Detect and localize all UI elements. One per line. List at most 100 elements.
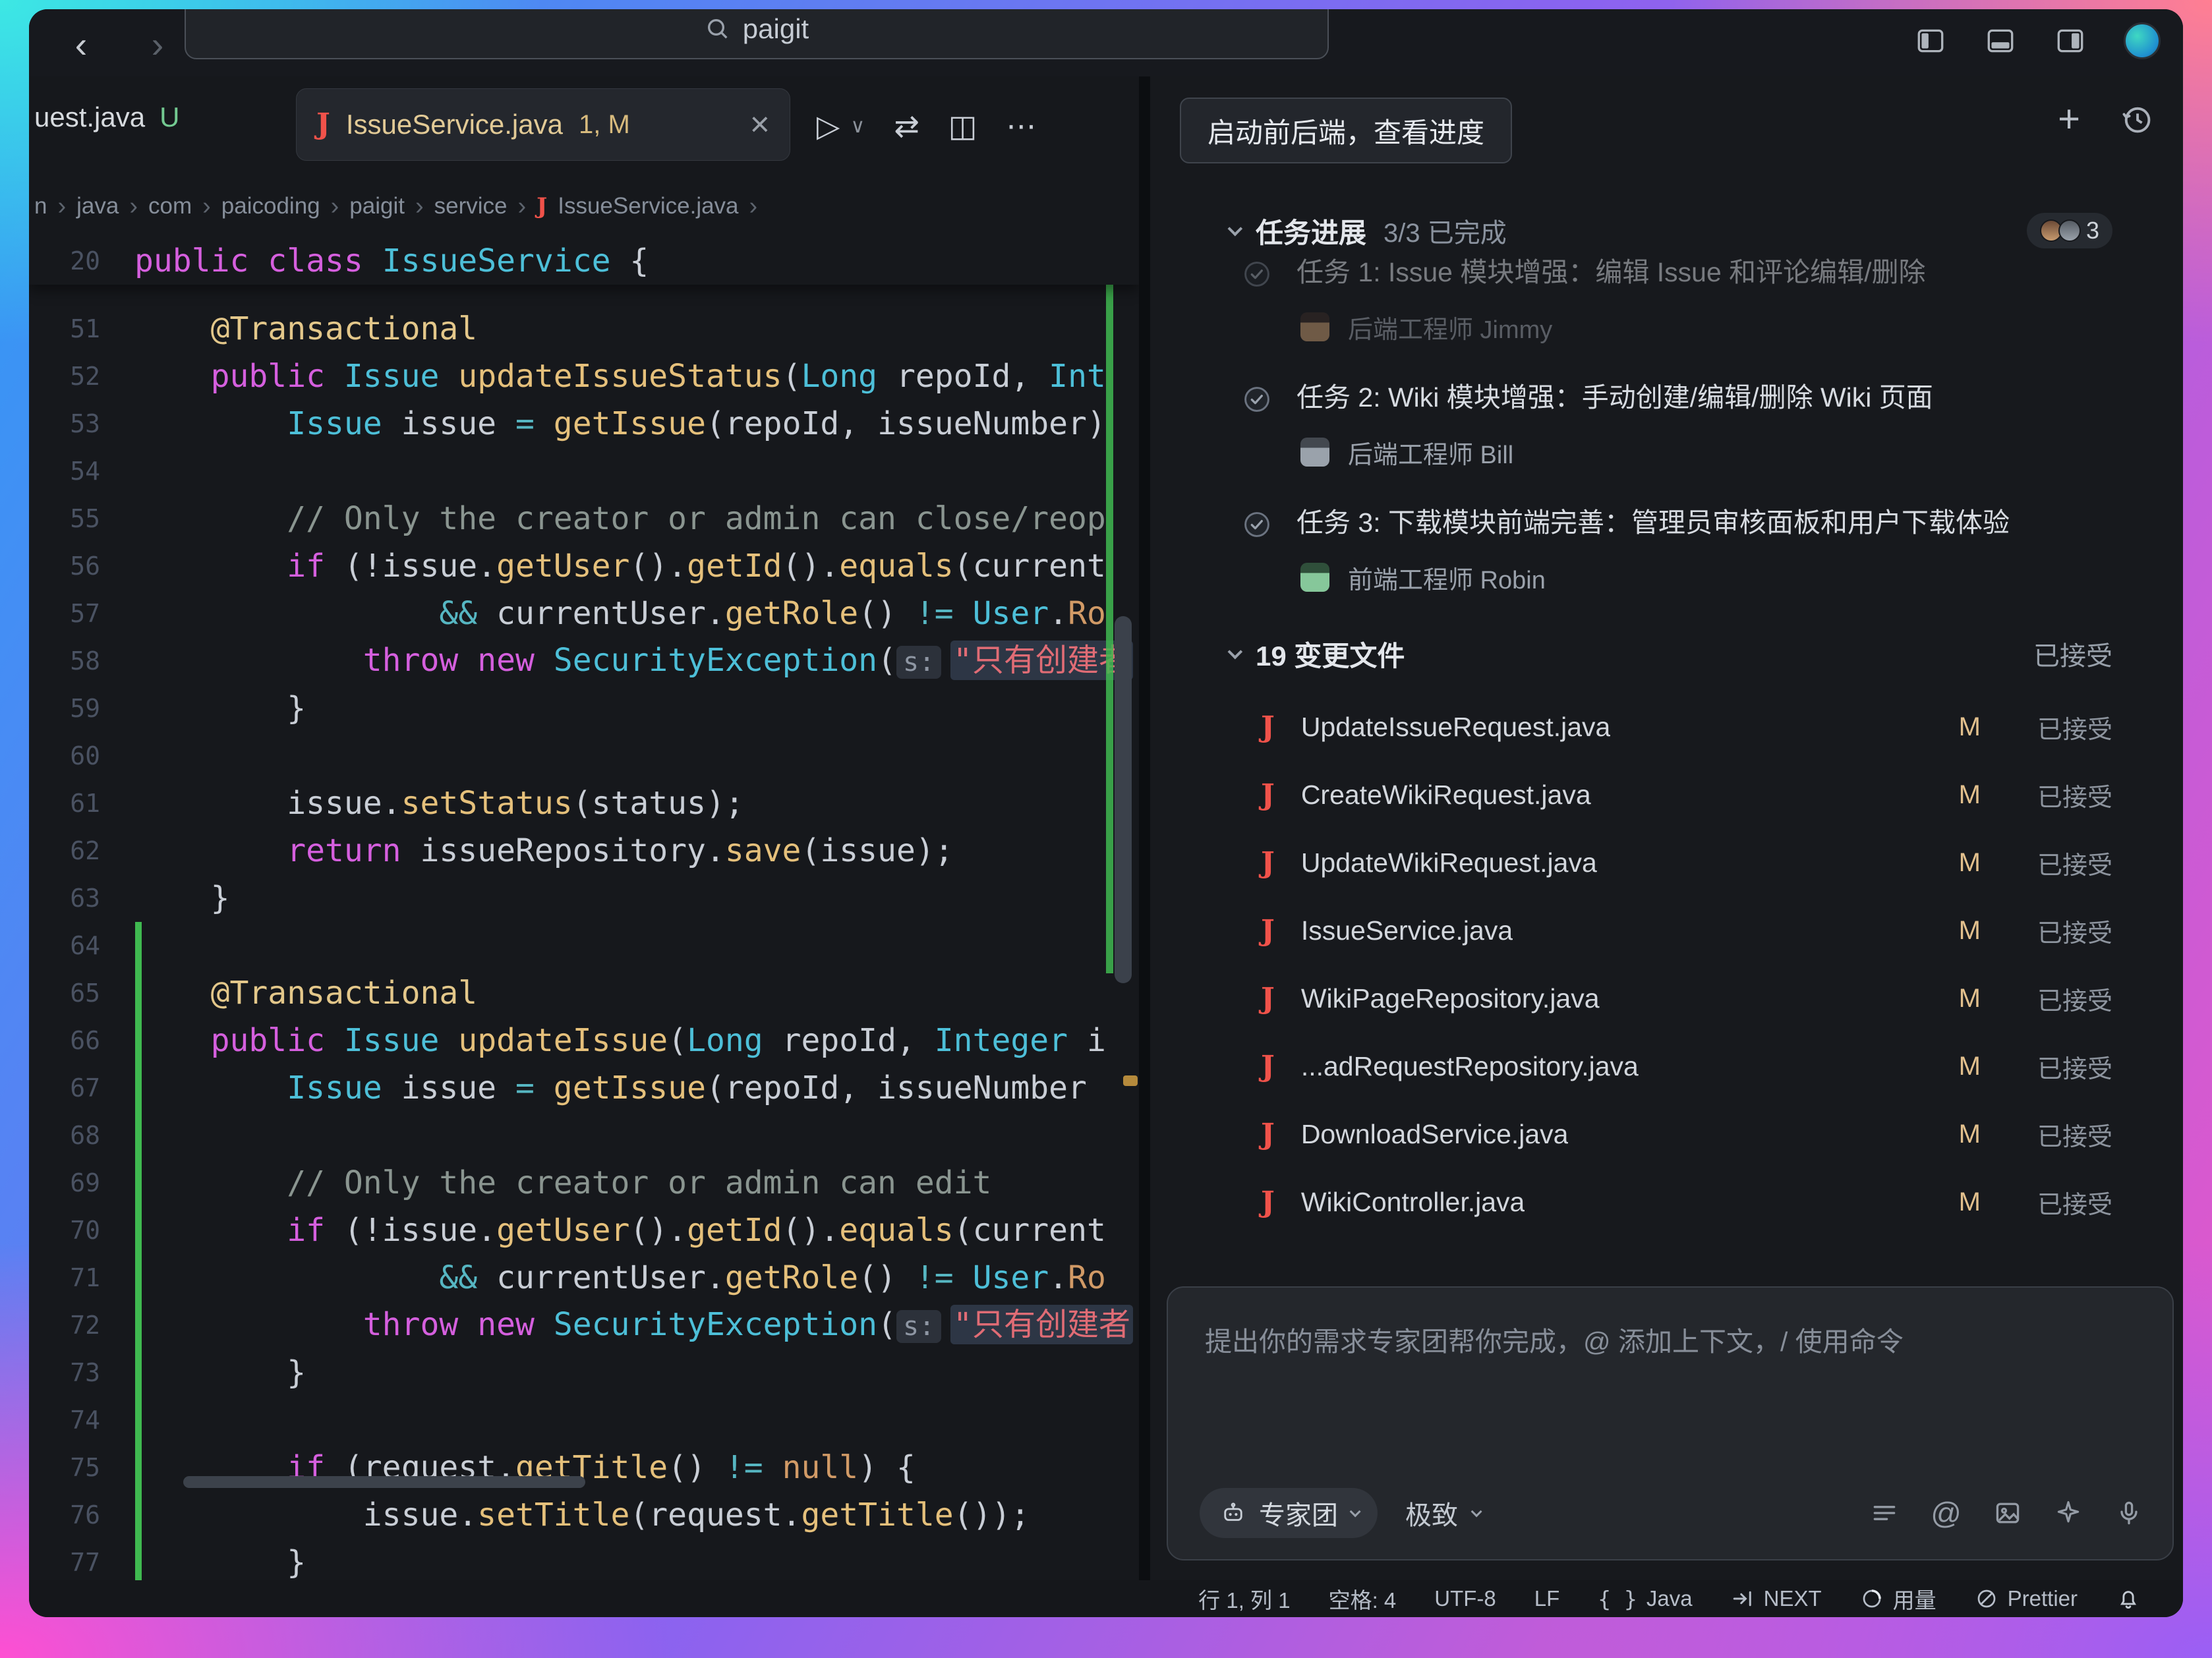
changed-files-header[interactable]: 19 变更文件 已接受 <box>1150 631 2183 676</box>
mention-icon[interactable]: @ <box>1931 1495 1962 1531</box>
status-item-java[interactable]: { }Java <box>1598 1586 1692 1612</box>
code-line[interactable]: 51 @Transactional <box>29 305 1139 353</box>
run-dropdown-icon[interactable]: ∨ <box>850 115 865 138</box>
code-line[interactable]: 66 public Issue updateIssue(Long repoId,… <box>29 1017 1139 1064</box>
command-search-input[interactable]: paigit <box>185 9 1329 59</box>
horizontal-scrollbar[interactable] <box>183 1476 585 1488</box>
sticky-scroll-line[interactable]: 20public class IssueService { <box>29 237 1139 285</box>
code-text: issue.setTitle(request.getTitle()); <box>134 1491 1030 1539</box>
status-item-空格-4[interactable]: 空格: 4 <box>1329 1583 1397 1615</box>
editor-more-button[interactable]: ⋯ <box>1006 108 1036 144</box>
status-item-next[interactable]: NEXT <box>1731 1586 1822 1611</box>
code-line[interactable]: 65 @Transactional <box>29 969 1139 1017</box>
agent-avatar <box>2058 219 2081 242</box>
task-item[interactable]: 任务 3: 下载模块前端完善：管理员审核面板和用户下载体验 <box>1242 505 2183 552</box>
tab-previous[interactable]: uest.java U <box>34 101 179 133</box>
changed-file-row[interactable]: JUpdateIssueRequest.javaM已接受 <box>1150 693 2183 761</box>
code-text: } <box>134 685 306 732</box>
back-button[interactable]: ‹ <box>58 21 104 67</box>
changed-file-row[interactable]: J...adRequestRepository.javaM已接受 <box>1150 1033 2183 1101</box>
status-item-lf[interactable]: LF <box>1534 1586 1560 1611</box>
status-item-prettier[interactable]: Prettier <box>1975 1586 2078 1611</box>
breadcrumb-segment[interactable]: service <box>434 193 508 219</box>
code-line[interactable]: 68 <box>29 1112 1139 1159</box>
code-line[interactable]: 55 // Only the creator or admin can clos… <box>29 495 1139 542</box>
code-line[interactable]: 58 throw new SecurityException(s:"只有创建者 <box>29 637 1139 685</box>
agent-selector[interactable]: 专家团 <box>1200 1488 1378 1538</box>
chat-composer[interactable]: 提出你的需求专家团帮你完成，@ 添加上下文，/ 使用命令 专家团 极致 @ <box>1167 1286 2174 1560</box>
code-line[interactable]: 54 <box>29 447 1139 495</box>
status-bar: 行 1, 列 1 空格: 4 UTF-8 LF { }Java NEXT 用量 Prettie… <box>29 1580 2183 1617</box>
task-progress-header[interactable]: 任务进展 3/3 已完成 3 <box>1150 208 2183 253</box>
task-item[interactable]: 任务 1: Issue 模块增强：编辑 Issue 和评论编辑/删除 <box>1242 254 2183 302</box>
changed-file-row[interactable]: JDownloadService.javaM已接受 <box>1150 1101 2183 1168</box>
code-line[interactable]: 70 if (!issue.getUser().getId().equals(c… <box>29 1207 1139 1254</box>
sparkle-icon[interactable] <box>2054 1499 2083 1528</box>
changed-file-row[interactable]: JUpdateWikiRequest.javaM已接受 <box>1150 829 2183 897</box>
code-line[interactable]: 56 if (!issue.getUser().getId().equals(c… <box>29 542 1139 590</box>
status-item-utf-8[interactable]: UTF-8 <box>1434 1586 1496 1611</box>
split-editor-button[interactable]: ◫ <box>948 108 977 144</box>
code-line[interactable]: 64 <box>29 922 1139 969</box>
tab-active[interactable]: J IssueService.java 1, M × <box>296 88 790 161</box>
code-line[interactable]: 73 } <box>29 1349 1139 1396</box>
code-text: @Transactional <box>134 305 477 353</box>
code-line[interactable]: 60 <box>29 732 1139 780</box>
image-icon[interactable] <box>1993 1499 2022 1528</box>
code-line[interactable]: 57 && currentUser.getRole() != User.Ro <box>29 590 1139 637</box>
context-list-icon[interactable] <box>1870 1499 1899 1528</box>
panel-scroll[interactable]: 任务进展 3/3 已完成 3 任务 1: Issue 模块增强：编辑 Issue… <box>1150 208 2183 1286</box>
breadcrumb-segment[interactable]: java <box>76 193 119 219</box>
status-item-行-1-列-1[interactable]: 行 1, 列 1 <box>1198 1583 1290 1615</box>
code-line[interactable]: 52 public Issue updateIssueStatus(Long r… <box>29 353 1139 400</box>
status-item-用量[interactable]: 用量 <box>1860 1583 1936 1615</box>
chevron-right-icon: › <box>415 192 424 221</box>
mode-selector[interactable]: 极致 <box>1405 1494 1479 1532</box>
toggle-left-panel-icon[interactable] <box>1914 24 1947 57</box>
new-chat-icon[interactable]: + <box>2058 100 2080 138</box>
breadcrumb-segment[interactable]: paigit <box>349 193 405 219</box>
toggle-right-panel-icon[interactable] <box>2054 24 2087 57</box>
breadcrumb-segment[interactable]: com <box>148 193 192 219</box>
changed-file-row[interactable]: JCreateWikiRequest.javaM已接受 <box>1150 761 2183 829</box>
session-title[interactable]: 启动前后端，查看进度 <box>1180 98 1512 163</box>
toggle-bottom-panel-icon[interactable] <box>1984 24 2017 57</box>
chevron-right-icon: › <box>129 192 138 221</box>
pane-divider[interactable] <box>1139 76 1150 1580</box>
line-number: 63 <box>29 884 134 913</box>
code-line[interactable]: 63 } <box>29 874 1139 922</box>
user-avatar[interactable] <box>2124 22 2161 59</box>
forward-button[interactable]: › <box>134 21 181 67</box>
chat-input[interactable]: 提出你的需求专家团帮你完成，@ 添加上下文，/ 使用命令 <box>1205 1319 2136 1359</box>
code-line[interactable]: 71 && currentUser.getRole() != User.Ro <box>29 1254 1139 1301</box>
code-line[interactable]: 72 throw new SecurityException(s:"只有创建者 <box>29 1301 1139 1349</box>
code-line[interactable]: 74 <box>29 1396 1139 1444</box>
task-item[interactable]: 任务 2: Wiki 模块增强：手动创建/编辑/删除 Wiki 页面 <box>1242 380 2183 427</box>
code-line[interactable]: 61 issue.setStatus(status); <box>29 780 1139 827</box>
code-line[interactable]: 59 } <box>29 685 1139 732</box>
git-modified-badge: M <box>1959 848 1981 878</box>
tab-close-icon[interactable]: × <box>750 107 770 142</box>
code-line[interactable]: 62 return issueRepository.save(issue); <box>29 827 1139 874</box>
code-line[interactable]: 77 } <box>29 1539 1139 1580</box>
code-line[interactable]: 53 Issue issue = getIssue(repoId, issueN… <box>29 400 1139 447</box>
breadcrumb-file[interactable]: IssueService.java <box>558 193 738 219</box>
diff-button[interactable]: ⇄ <box>894 108 919 144</box>
changed-file-row[interactable]: JWikiController.javaM已接受 <box>1150 1168 2183 1236</box>
code-line[interactable]: 67 Issue issue = getIssue(repoId, issueN… <box>29 1064 1139 1112</box>
code-line[interactable]: 20public class IssueService { <box>29 237 1139 285</box>
mic-icon[interactable] <box>2114 1499 2143 1528</box>
code-region[interactable]: 51 @Transactional52 public Issue updateI… <box>29 237 1139 1580</box>
run-button[interactable]: ▷ <box>817 108 840 144</box>
breadcrumb-segment[interactable]: paicoding <box>221 193 320 219</box>
notifications-bell-icon[interactable] <box>2116 1586 2141 1611</box>
history-icon[interactable] <box>2120 102 2154 136</box>
code-line[interactable]: 76 issue.setTitle(request.getTitle()); <box>29 1491 1139 1539</box>
file-name: ...adRequestRepository.java <box>1301 1051 1639 1082</box>
vertical-scrollbar[interactable] <box>1115 616 1132 983</box>
changed-file-row[interactable]: JIssueService.javaM已接受 <box>1150 897 2183 965</box>
breadcrumb-segment[interactable]: n <box>34 193 47 219</box>
check-circle-icon <box>1242 385 1271 414</box>
code-line[interactable]: 69 // Only the creator or admin can edit <box>29 1159 1139 1207</box>
changed-file-row[interactable]: JWikiPageRepository.javaM已接受 <box>1150 965 2183 1033</box>
